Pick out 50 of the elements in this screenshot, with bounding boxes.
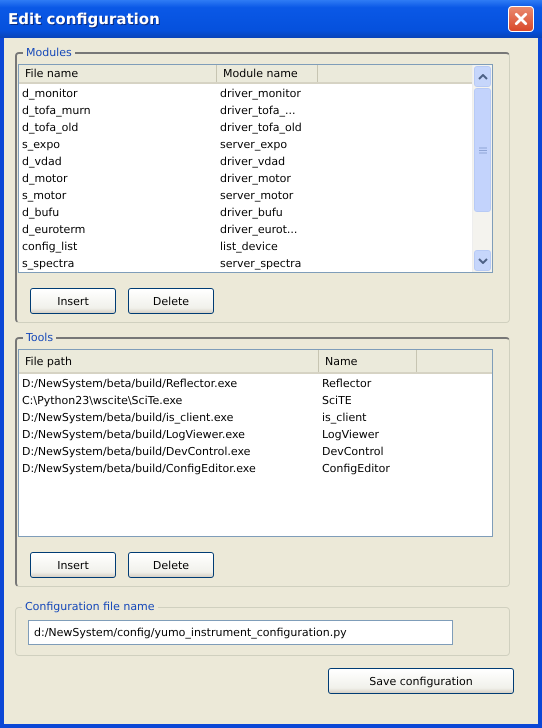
- column-header[interactable]: Module name: [217, 65, 318, 82]
- table-cell-text: server_spectra: [219, 257, 302, 270]
- table-cell-text: d_tofa_murn: [21, 104, 92, 117]
- table-cell-text: LogViewer: [321, 428, 380, 441]
- table-cell-text: d_motor: [21, 172, 68, 185]
- table-cell-text: server_expo: [219, 138, 288, 151]
- grip-icon: [478, 146, 486, 154]
- table-cell-text: s_expo: [21, 138, 62, 151]
- table-cell-text: D:/NewSystem/beta/build/ConfigEditor.exe: [21, 462, 257, 475]
- table-cell-text: driver_eurot...: [219, 223, 298, 236]
- column-header[interactable]: File path: [19, 350, 319, 372]
- close-button[interactable]: [508, 6, 534, 32]
- input-field[interactable]: d:/NewSystem/config/yumo_instrument_configuration.py: [28, 620, 453, 645]
- table-cell-text: list_device: [219, 240, 279, 253]
- table-cell-text: driver_bufu: [219, 206, 284, 219]
- delete-button[interactable]: Delete: [128, 288, 214, 314]
- table-cell-text: Reflector: [321, 377, 372, 390]
- table-cell-text: s_spectra: [21, 257, 76, 270]
- table-cell-text: C:\Python23\wscite\SciTe.exe: [21, 394, 184, 407]
- table-cell-text: driver_vdad: [219, 155, 286, 168]
- table-cell-text: ConfigEditor: [321, 462, 391, 475]
- column-header[interactable]: Name: [319, 350, 417, 372]
- insert-button[interactable]: Insert: [30, 552, 116, 578]
- table-cell-text: D:/NewSystem/beta/build/LogViewer.exe: [21, 428, 246, 441]
- table-cell-text: driver_tofa_...: [219, 104, 297, 117]
- table-cell-text: D:/NewSystem/beta/build/DevControl.exe: [21, 445, 252, 458]
- table-cell-text: config_list: [21, 240, 78, 253]
- table-cell-text: s_motor: [21, 189, 68, 202]
- save-button[interactable]: Save configuration: [328, 668, 514, 694]
- table-cell-text: server_motor: [219, 189, 294, 202]
- scroll-bar[interactable]: [472, 65, 492, 272]
- table-cell-text: d_bufu: [21, 206, 60, 219]
- column-header[interactable]: File name: [19, 65, 217, 82]
- table-cell-text: D:/NewSystem/beta/build/is_client.exe: [21, 411, 234, 424]
- delete-button[interactable]: Delete: [128, 552, 214, 578]
- table-cell-text: is_client: [321, 411, 368, 424]
- table-cell-text: driver_monitor: [219, 87, 302, 100]
- table-cell-text: DevControl: [321, 445, 385, 458]
- table-cell-text: driver_motor: [219, 172, 292, 185]
- window-title: Edit configuration: [8, 10, 160, 28]
- table-cell-text: d_vdad: [21, 155, 63, 168]
- insert-button[interactable]: Insert: [30, 288, 116, 314]
- table-cell-text: d_tofa_old: [21, 121, 80, 134]
- close-icon: [514, 12, 528, 26]
- table-cell-text: d_euroterm: [21, 223, 86, 236]
- group-title: Configuration file name: [22, 600, 158, 614]
- table-cell-text: d_monitor: [21, 87, 79, 100]
- table-cell-text: D:/NewSystem/beta/build/Reflector.exe: [21, 377, 238, 390]
- table-cell-text: SciTE: [321, 394, 353, 407]
- table-cell-text: driver_tofa_old: [219, 121, 303, 134]
